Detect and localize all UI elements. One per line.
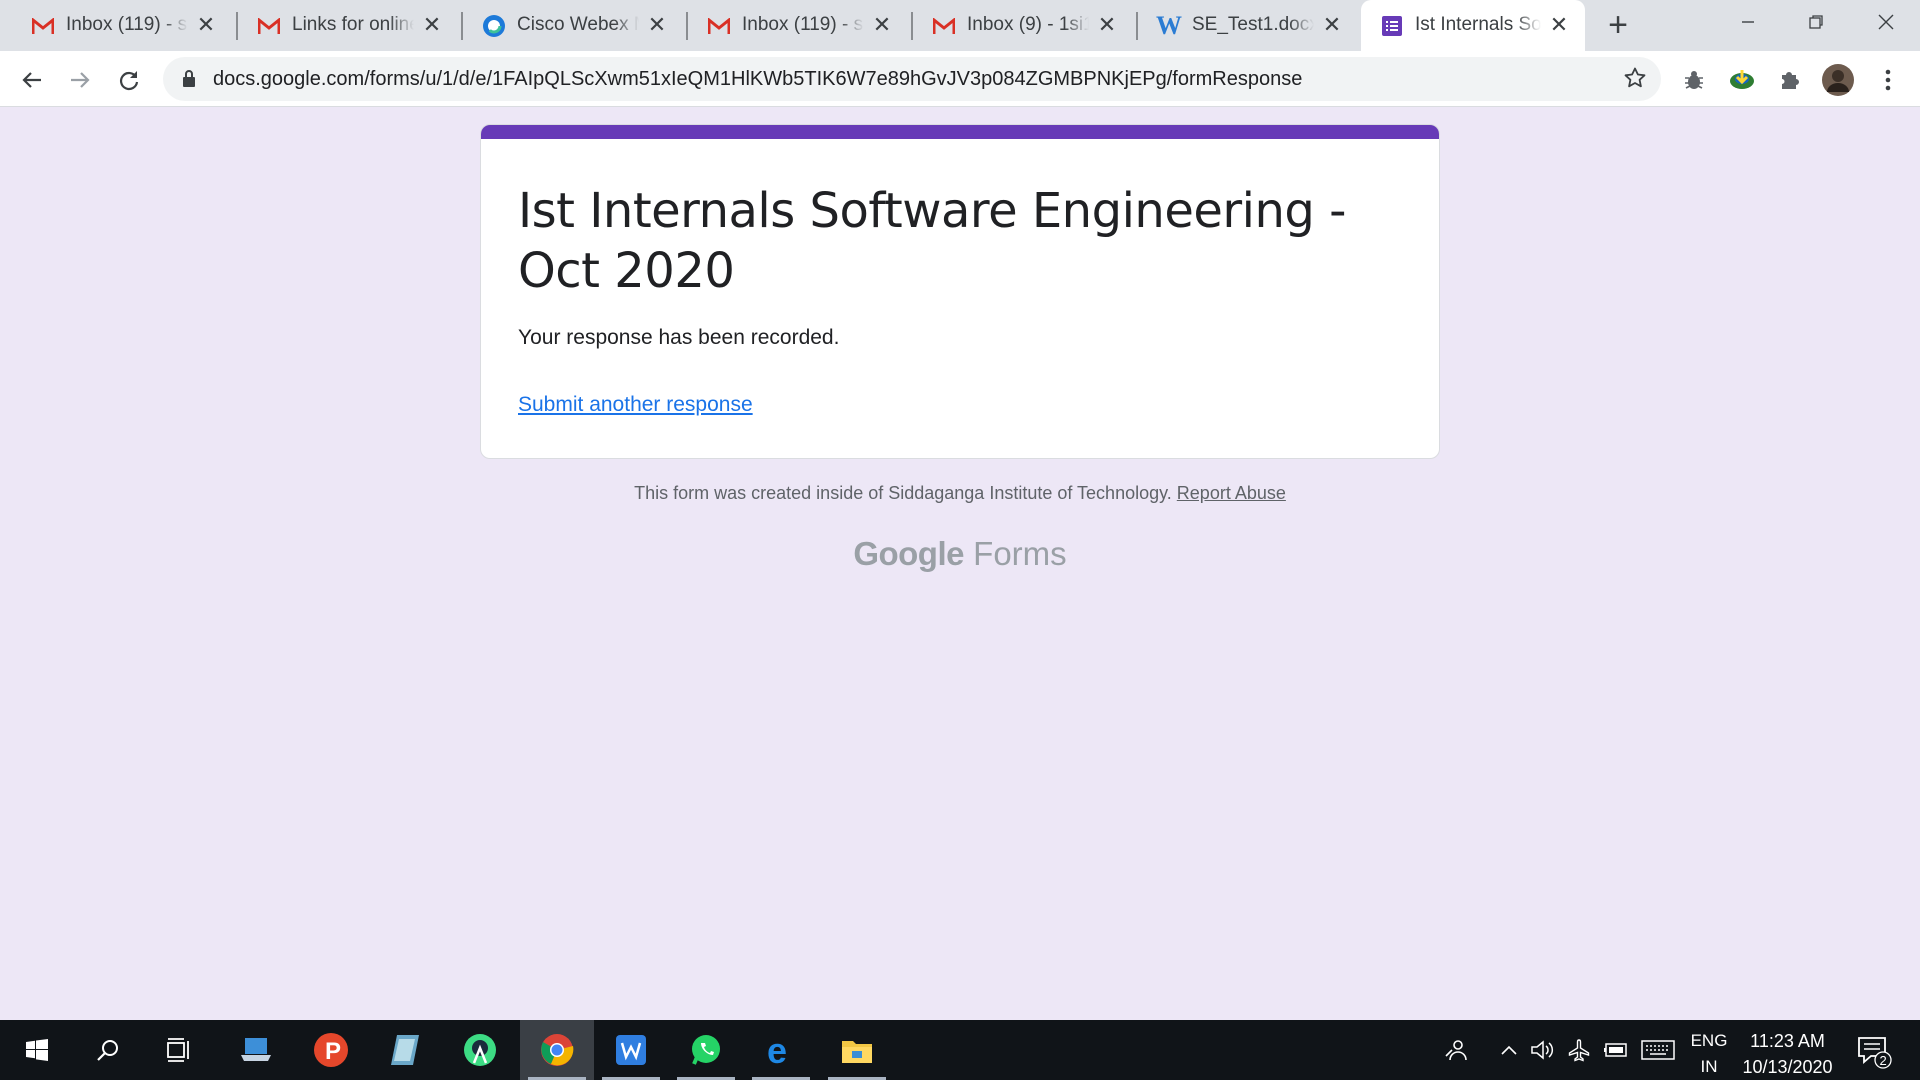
task-view-icon[interactable]	[142, 1020, 216, 1080]
close-icon[interactable]: ✕	[1320, 13, 1344, 37]
tab-title: Cisco Webex Me	[517, 14, 639, 35]
address-bar[interactable]: docs.google.com/forms/u/1/d/e/1FAIpQLScX…	[163, 57, 1661, 101]
chrome-taskbar-icon[interactable]	[520, 1020, 594, 1080]
restore-button[interactable]	[1782, 0, 1850, 44]
volume-icon[interactable]	[1528, 1020, 1556, 1080]
system-clock[interactable]: 11:23 AM 10/13/2020	[1735, 1028, 1840, 1080]
action-center-icon[interactable]: 2	[1852, 1030, 1892, 1070]
tab-inbox-1[interactable]: Inbox (119) - sat ✕	[0, 0, 232, 51]
forms-wordmark: Forms	[973, 535, 1067, 572]
close-icon[interactable]: ✕	[420, 13, 444, 37]
tab-inbox-2[interactable]: Inbox (119) - sat ✕	[676, 0, 908, 51]
browser-menu-icon[interactable]	[1872, 64, 1904, 96]
download-manager-extension-icon[interactable]	[1726, 64, 1758, 96]
close-icon[interactable]: ✕	[645, 13, 669, 37]
close-icon[interactable]: ✕	[1095, 13, 1119, 37]
form-confirmation-card: Ist Internals Software Engineering -Oct …	[480, 124, 1440, 459]
touch-keyboard-icon[interactable]	[1638, 1020, 1678, 1080]
lock-icon	[181, 68, 197, 93]
windows-taskbar: P e ENG IN 11:23 AM 10/13/2020 2	[0, 1020, 1920, 1080]
bug-extension-icon[interactable]	[1678, 64, 1710, 96]
form-title: Ist Internals Software Engineering -Oct …	[518, 183, 1346, 299]
whatsapp-icon[interactable]	[669, 1020, 743, 1080]
close-window-button[interactable]	[1852, 0, 1920, 44]
tab-inbox-3[interactable]: Inbox (9) - 1si18 ✕	[901, 0, 1133, 51]
form-footer: This form was created inside of Siddagan…	[0, 483, 1920, 504]
input-language-indicator[interactable]: ENG IN	[1685, 1028, 1733, 1080]
google-forms-icon	[1379, 13, 1405, 39]
battery-icon[interactable]	[1600, 1020, 1632, 1080]
form-accent-bar	[481, 125, 1439, 139]
svg-text:e: e	[767, 1033, 787, 1067]
wps-writer-icon[interactable]	[594, 1020, 668, 1080]
svg-text:P: P	[325, 1038, 341, 1065]
back-button[interactable]	[15, 63, 49, 97]
minimize-button[interactable]	[1714, 0, 1782, 44]
search-icon[interactable]	[71, 1020, 145, 1080]
word-icon: W	[1156, 11, 1182, 40]
confirmation-message: Your response has been recorded.	[518, 326, 840, 349]
submit-another-response-link[interactable]: Submit another response	[518, 393, 753, 417]
android-studio-icon[interactable]	[443, 1020, 517, 1080]
gmail-icon	[706, 13, 732, 39]
tab-title: Ist Internals Soft	[1415, 14, 1541, 35]
report-abuse-link[interactable]: Report Abuse	[1177, 483, 1286, 503]
show-hidden-icons-chevron-icon[interactable]	[1496, 1020, 1522, 1080]
footer-created-by-text: This form was created inside of Siddagan…	[634, 483, 1172, 503]
browser-toolbar: docs.google.com/forms/u/1/d/e/1FAIpQLScX…	[0, 51, 1920, 107]
edge-icon[interactable]: e	[744, 1020, 818, 1080]
notes-app-icon[interactable]	[368, 1020, 442, 1080]
close-icon[interactable]: ✕	[1547, 13, 1571, 37]
tab-title: SE_Test1.docx -	[1192, 14, 1314, 35]
close-icon[interactable]: ✕	[194, 13, 218, 37]
webex-icon	[481, 13, 507, 39]
tab-webex[interactable]: Cisco Webex Me ✕	[451, 0, 683, 51]
people-icon[interactable]	[1436, 1020, 1476, 1080]
tab-title: Inbox (119) - sat	[66, 14, 188, 35]
gmail-icon	[30, 13, 56, 39]
extensions-puzzle-icon[interactable]	[1774, 64, 1806, 96]
tab-word-doc[interactable]: W SE_Test1.docx - ✕	[1126, 0, 1358, 51]
profile-avatar[interactable]	[1822, 64, 1854, 96]
clock-date: 10/13/2020	[1742, 1057, 1833, 1077]
bookmark-star-icon[interactable]	[1623, 66, 1647, 95]
close-icon[interactable]: ✕	[870, 13, 894, 37]
this-pc-icon[interactable]	[219, 1020, 293, 1080]
tab-title: Inbox (9) - 1si18	[967, 14, 1089, 35]
tab-strip: Inbox (119) - sat ✕ Links for online ✕ C…	[0, 0, 1920, 51]
start-button[interactable]	[0, 1020, 74, 1080]
region-code: IN	[1700, 1057, 1718, 1076]
url-text: docs.google.com/forms/u/1/d/e/1FAIpQLScX…	[213, 68, 1303, 90]
reload-button[interactable]	[112, 63, 146, 97]
gmail-icon	[931, 13, 957, 39]
google-wordmark: Google	[853, 535, 964, 572]
airplane-mode-icon[interactable]	[1564, 1020, 1594, 1080]
tab-title: Links for online	[292, 14, 414, 35]
tab-links[interactable]: Links for online ✕	[226, 0, 458, 51]
file-explorer-icon[interactable]	[820, 1020, 894, 1080]
tab-google-form[interactable]: Ist Internals Soft ✕	[1361, 0, 1585, 51]
google-forms-logo[interactable]: Google Forms	[0, 535, 1920, 573]
gmail-icon	[256, 13, 282, 39]
notification-count: 2	[1880, 1053, 1887, 1068]
language-code: ENG	[1690, 1031, 1728, 1050]
new-tab-button[interactable]: +	[1598, 8, 1638, 42]
forward-button[interactable]	[63, 63, 97, 97]
psiphon-icon[interactable]: P	[294, 1020, 368, 1080]
clock-time: 11:23 AM	[1750, 1031, 1825, 1051]
tab-title: Inbox (119) - sat	[742, 14, 864, 35]
